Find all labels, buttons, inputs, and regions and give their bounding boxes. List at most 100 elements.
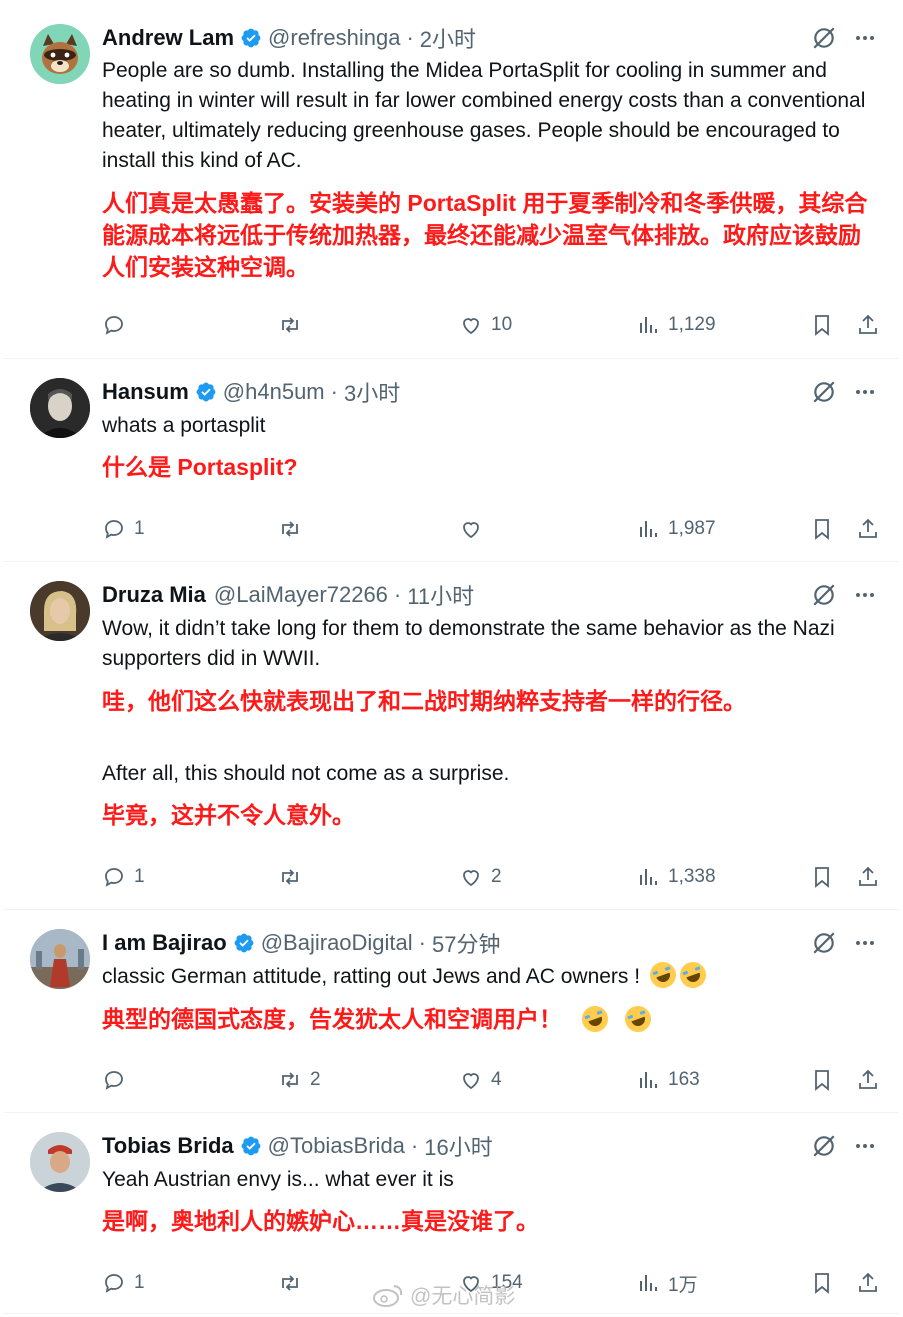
tweet-header: Druza Mia @LaiMayer72266 · 11小时 [102,580,474,610]
user-handle[interactable]: @refreshinga [268,25,400,51]
share-button[interactable] [856,1268,880,1298]
like-button[interactable] [459,514,491,544]
more-icon[interactable] [853,583,877,607]
share-button[interactable] [856,514,880,544]
timestamp[interactable]: 57分钟 [432,927,500,959]
more-icon[interactable] [853,931,877,955]
like-count: 2 [491,866,502,887]
reply-feed: Andrew Lam @refreshinga · 2小时 People are… [0,0,903,1317]
bookmark-button[interactable] [810,514,834,544]
user-handle[interactable]: @TobiasBrida [268,1133,405,1159]
repost-count: 2 [310,1069,321,1090]
display-name[interactable]: Hansum [102,379,189,405]
timestamp[interactable]: 2小时 [420,22,476,54]
display-name[interactable]: Andrew Lam [102,25,234,51]
share-button[interactable] [856,1065,880,1095]
grok-icon[interactable] [811,930,837,956]
bookmark-button[interactable] [810,862,834,892]
timestamp[interactable]: 16小时 [424,1130,492,1162]
reply-button[interactable] [102,310,134,340]
tweet-translation-line: 典型的德国式态度，告发犹太人和空调用户！ [102,1002,882,1036]
reply-icon [105,520,123,539]
share-button[interactable] [856,862,880,892]
tweet[interactable]: I am Bajirao @BajiraoDigital · 57分钟 clas… [4,909,899,1113]
like-icon [463,318,479,335]
display-name[interactable]: I am Bajirao [102,930,227,956]
separator: · [410,1133,419,1158]
more-icon[interactable] [853,380,877,404]
reply-button[interactable]: 1 [102,1268,145,1298]
user-handle[interactable]: @BajiraoDigital [261,930,413,956]
timestamp[interactable]: 3小时 [344,376,400,408]
reply-button[interactable] [102,1065,134,1095]
views-icon [640,1275,657,1291]
views-count: 1,338 [668,866,716,887]
tweet[interactable]: Andrew Lam @refreshinga · 2小时 People are… [4,4,899,359]
weibo-icon [373,1285,403,1307]
views-button[interactable]: 1,338 [636,862,716,892]
share-button[interactable] [856,310,880,340]
like-button[interactable]: 4 [459,1065,502,1095]
repost-button[interactable] [278,1268,310,1298]
tweet[interactable]: Hansum @h4n5um · 3小时 whats a portasplit … [4,358,899,562]
reply-icon [105,868,123,887]
views-button[interactable]: 1,129 [636,310,716,340]
bookmark-button[interactable] [810,310,834,340]
views-button[interactable]: 163 [636,1065,700,1095]
reply-button[interactable]: 1 [102,514,145,544]
repost-icon [282,317,298,333]
rofl-emoji-icon [621,1002,655,1036]
repost-button[interactable]: 2 [278,1065,321,1095]
avatar[interactable] [30,378,90,438]
rofl-emoji-icon [676,958,710,992]
grok-icon[interactable] [811,582,837,608]
grok-icon[interactable] [811,1133,837,1159]
grok-icon[interactable] [811,25,837,51]
verified-badge-icon [241,1136,261,1156]
separator: · [406,25,414,50]
avatar[interactable] [30,24,90,84]
repost-button[interactable] [278,310,310,340]
views-icon [640,869,657,885]
watermark-text: @无心简影 [410,1285,516,1308]
tweet-text-second: After all, this should not come as a sur… [102,762,510,785]
like-count: 10 [491,314,513,335]
tweet[interactable]: Druza Mia @LaiMayer72266 · 11小时 Wow, it … [4,561,899,910]
display-name[interactable]: Druza Mia [102,582,206,608]
repost-button[interactable] [278,514,310,544]
like-button[interactable]: 10 [459,310,512,340]
user-handle[interactable]: @LaiMayer72266 [214,582,388,608]
more-icon[interactable] [853,26,877,50]
display-name[interactable]: Tobias Brida [102,1133,234,1159]
avatar[interactable] [30,929,90,989]
tweet-translation: 哇，他们这么快就表现出了和二战时期纳粹支持者一样的行径。 [102,688,746,714]
repost-icon [282,869,298,885]
avatar[interactable] [30,581,90,641]
repost-button[interactable] [278,862,310,892]
views-button[interactable]: 1万 [636,1268,698,1298]
timestamp[interactable]: 11小时 [407,579,474,611]
bookmark-icon [815,519,829,540]
share-icon [859,1069,877,1089]
views-count: 1,987 [668,518,716,539]
like-button[interactable]: 2 [459,862,502,892]
reply-button[interactable]: 1 [102,862,145,892]
avatar[interactable] [30,1132,90,1192]
share-icon [859,866,877,886]
views-button[interactable]: 1,987 [636,514,716,544]
tweet-header: I am Bajirao @BajiraoDigital · 57分钟 [102,928,500,958]
grok-icon[interactable] [811,379,837,405]
person-avatar-icon [30,1132,90,1192]
bookmark-icon [815,867,829,888]
user-handle[interactable]: @h4n5um [223,379,325,405]
bookmark-button[interactable] [810,1065,834,1095]
tweet-translation: 人们真是太愚蠢了。安装美的 PortaSplit 用于夏季制冷和冬季供暖，其综合… [102,190,868,280]
like-icon [463,1073,479,1090]
tweet-translation-second: 毕竟，这并不令人意外。 [102,802,355,828]
bookmark-button[interactable] [810,1268,834,1298]
share-icon [859,314,877,334]
action-bar: 2 4 163 [102,1065,892,1095]
views-count: 1,129 [668,314,716,335]
more-icon[interactable] [853,1134,877,1158]
watermark: @无心简影 [372,1280,515,1310]
